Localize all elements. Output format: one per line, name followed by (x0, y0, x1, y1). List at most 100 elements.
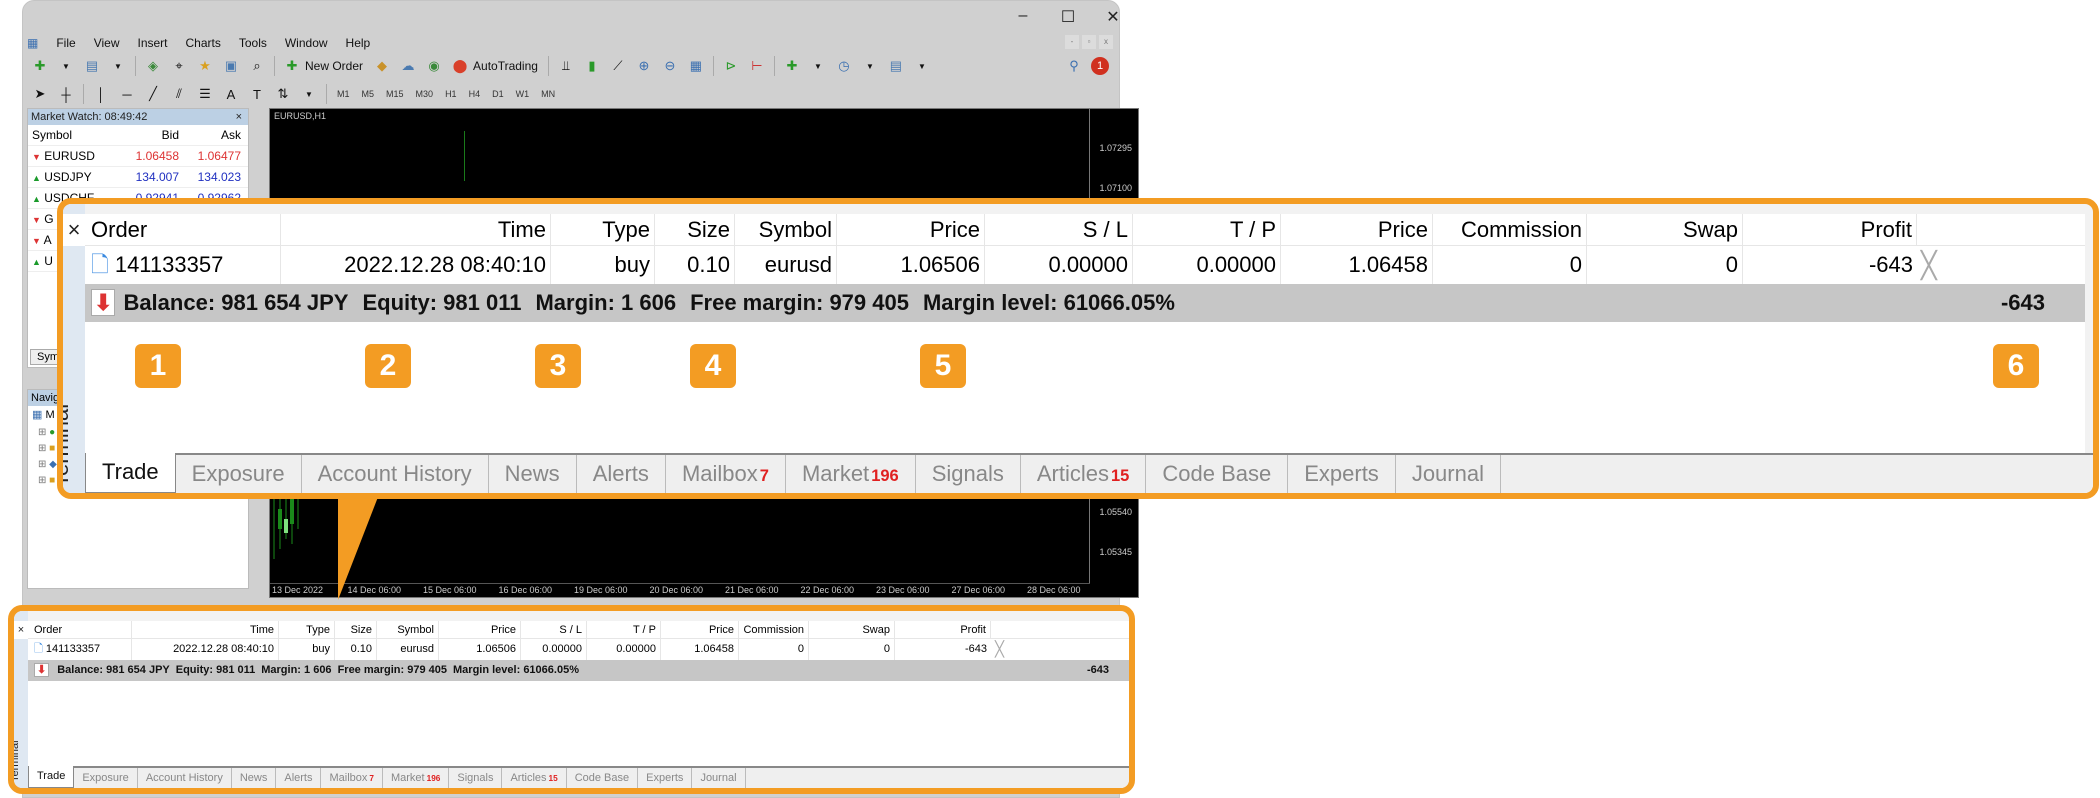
cell-value: -643 (964, 643, 987, 655)
close-position-icon[interactable]: ╳ (991, 639, 1004, 660)
column-header[interactable]: Price (439, 621, 521, 638)
total-profit-value: -643 (2000, 290, 2045, 315)
column-header[interactable]: Type (279, 621, 335, 638)
column-header[interactable]: Price (661, 621, 739, 638)
tab-articles[interactable]: Articles 15 (502, 768, 567, 788)
tab-label: Mailbox (329, 772, 368, 784)
cell-value: 0.00000 (616, 643, 656, 655)
tab-signals[interactable]: Signals (449, 768, 503, 788)
column-header[interactable]: Time (281, 214, 551, 245)
tab-mailbox[interactable]: Mailbox 7 (321, 768, 383, 788)
balance-value: Balance: 981 654 JPY (123, 290, 349, 315)
cell-value: 2022.12.28 08:40:10 (173, 643, 274, 655)
cell-value: 0.10 (350, 643, 372, 655)
tab-articles[interactable]: Articles 15 (1021, 455, 1147, 493)
tab-mailbox[interactable]: Mailbox 7 (666, 455, 786, 493)
tab-trade[interactable]: Trade (28, 766, 75, 788)
tab-label: News (504, 461, 560, 486)
table-row[interactable]: 🗋 141133357 2022.12.28 08:40:10 buy 0.10 eur… (85, 246, 2085, 284)
tab-alerts[interactable]: Alerts (276, 768, 322, 788)
column-header[interactable]: Order (28, 621, 132, 638)
tab-label: Signals (457, 772, 494, 784)
tab-label: Articles (510, 772, 547, 784)
tab-account-history[interactable]: Account History (302, 455, 489, 493)
column-header[interactable]: Size (655, 214, 735, 245)
column-header[interactable]: S / L (521, 621, 587, 638)
terminal-label: Terminal (9, 740, 21, 782)
tab-code-base[interactable]: Code Base (567, 768, 639, 788)
tab-label: Journal (1411, 461, 1484, 486)
terminal-side-bar: × Terminal (63, 204, 85, 493)
column-header[interactable]: T / P (587, 621, 661, 638)
cell-value: eurusd (400, 643, 434, 655)
column-header[interactable]: Price (1281, 214, 1433, 245)
column-header[interactable]: Swap (809, 621, 895, 638)
trade-table: Order Time Type Size Symbol Price S / LT / P Pr… (28, 621, 1129, 766)
tab-label: Experts (646, 772, 684, 784)
cell-value: 0.00000 (1196, 252, 1276, 277)
tab-news[interactable]: News (232, 768, 277, 788)
cell-value: 0 (797, 643, 804, 655)
tab-market[interactable]: Market 196 (786, 455, 916, 493)
tab-trade[interactable]: Trade (85, 453, 176, 493)
tab-label: News (239, 772, 268, 784)
close-position-icon[interactable]: ╳ (1917, 246, 1937, 284)
cell-value: 1.06458 (1348, 252, 1428, 277)
cell-value: 0 (1725, 252, 1738, 277)
tab-code-base[interactable]: Code Base (1146, 455, 1289, 493)
tab-count-badge: 15 (1111, 467, 1130, 485)
column-header[interactable]: Commission (739, 621, 809, 638)
margin-value: Margin: 1 606 (535, 290, 677, 315)
column-header[interactable]: Symbol (735, 214, 837, 245)
tab-experts[interactable]: Experts (638, 768, 693, 788)
annotation-badge-4: 4 (690, 344, 736, 388)
column-header[interactable]: Symbol (377, 621, 439, 638)
tab-label: Alerts (592, 461, 649, 486)
tab-account-history[interactable]: Account History (138, 768, 232, 788)
tab-journal[interactable]: Journal (692, 768, 746, 788)
tab-alerts[interactable]: Alerts (577, 455, 666, 493)
tab-news[interactable]: News (489, 455, 577, 493)
tab-label: Market (801, 461, 870, 486)
cell-value: 0.00000 (542, 643, 582, 655)
account-summary-row: ⬇ Balance: 981 654 JPY Equity: 981 011 M… (28, 660, 1129, 681)
cell-value: 2022.12.28 08:40:10 (344, 252, 546, 277)
tab-signals[interactable]: Signals (916, 455, 1021, 493)
margin-level-value: Margin level: 61066.05% (922, 290, 1175, 315)
tab-count-badge: 7 (759, 467, 769, 485)
tab-label: Trade (102, 459, 159, 484)
cell-value: buy (312, 643, 330, 655)
column-header[interactable]: Type (551, 214, 655, 245)
cell-value: 1.06506 (900, 252, 980, 277)
annotation-badge-3: 3 (535, 344, 581, 388)
tab-count-badge: 196 (426, 774, 441, 783)
tab-experts[interactable]: Experts (1288, 455, 1396, 493)
column-header[interactable]: Price (837, 214, 985, 245)
balance-value: Balance: 981 654 JPY (57, 664, 170, 676)
column-header[interactable]: T / P (1133, 214, 1281, 245)
tab-label: Experts (1304, 461, 1379, 486)
column-header[interactable]: Commission (1433, 214, 1587, 245)
column-header[interactable]: Profit (1743, 214, 1917, 245)
column-header[interactable]: Swap (1587, 214, 1743, 245)
column-header[interactable]: Time (132, 621, 279, 638)
cell-value: 0.00000 (1048, 252, 1128, 277)
column-header[interactable]: Size (335, 621, 377, 638)
column-header[interactable]: Profit (895, 621, 991, 638)
terminal-side-bar: × Terminal (14, 611, 28, 788)
tab-count-badge: 196 (871, 467, 899, 485)
cell-value: -643 (1868, 252, 1913, 277)
tab-journal[interactable]: Journal (1396, 455, 1501, 493)
close-terminal-button[interactable]: × (63, 214, 85, 246)
cell-value: eurusd (764, 252, 832, 277)
tab-label: Journal (700, 772, 737, 784)
tab-market[interactable]: Market 196 (383, 768, 450, 788)
tab-exposure[interactable]: Exposure (176, 455, 302, 493)
table-row[interactable]: 🗋 141133357 2022.12.28 08:40:10 buy 0.10 eur… (28, 639, 1129, 660)
table-header: Order Time Type Size Symbol Price S / LT / P Pr… (28, 621, 1129, 639)
tab-exposure[interactable]: Exposure (74, 768, 138, 788)
column-header[interactable]: Order (85, 214, 281, 245)
tab-label: Mailbox (681, 461, 758, 486)
column-header[interactable]: S / L (985, 214, 1133, 245)
close-terminal-button[interactable]: × (14, 621, 28, 639)
